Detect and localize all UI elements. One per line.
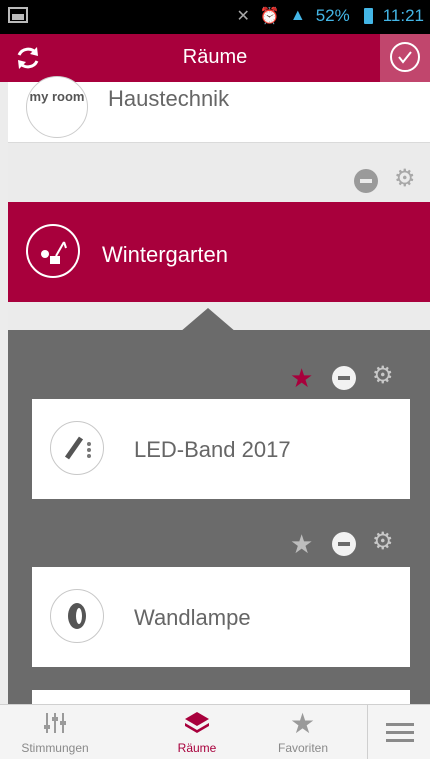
room-item-haustechnik[interactable]: my room Haustechnik xyxy=(8,76,430,142)
battery-icon xyxy=(363,8,373,24)
remove-icon[interactable] xyxy=(332,532,356,556)
menu-button[interactable] xyxy=(367,705,430,759)
menu-icon-line xyxy=(386,723,414,726)
checkmark-icon xyxy=(390,42,420,72)
wintergarten-icon xyxy=(26,224,80,278)
room-item-wintergarten[interactable]: Wintergarten xyxy=(8,202,430,302)
room-label: Haustechnik xyxy=(108,86,230,111)
sliders-icon xyxy=(44,713,66,733)
device-label: LED-Band 2017 xyxy=(134,437,291,462)
myroom-logo: my room xyxy=(26,76,88,138)
nav-label: Räume xyxy=(177,741,217,755)
nav-label: Favoriten xyxy=(277,741,329,755)
menu-icon-line xyxy=(386,731,414,734)
device-item-partial[interactable] xyxy=(32,690,410,704)
nav-raeume[interactable]: Räume xyxy=(142,705,252,759)
confirm-button[interactable] xyxy=(380,34,430,82)
nav-label: Stimmungen xyxy=(21,741,89,755)
settings-gear-icon[interactable]: ⚙ xyxy=(372,364,394,388)
settings-gear-icon[interactable]: ⚙ xyxy=(394,167,416,191)
nav-stimmungen[interactable]: Stimmungen xyxy=(0,705,110,759)
rooms-icon xyxy=(185,712,209,733)
favorite-star-icon[interactable]: ★ xyxy=(290,365,313,391)
alarm-icon: ⏰ xyxy=(259,8,280,25)
room-label: Wintergarten xyxy=(102,242,228,267)
wall-lamp-icon xyxy=(50,589,104,643)
device-item-led-band[interactable]: LED-Band 2017 xyxy=(32,399,410,499)
device-label: Wandlampe xyxy=(134,605,251,630)
menu-icon-line xyxy=(386,739,414,742)
expand-pointer xyxy=(180,308,236,332)
nav-favoriten[interactable]: ★ Favoriten xyxy=(248,705,358,759)
device-item-wandlampe[interactable]: Wandlampe xyxy=(32,567,410,667)
settings-gear-icon[interactable]: ⚙ xyxy=(372,530,394,554)
signal-icon: ▲ xyxy=(289,7,306,24)
room-actions: ⚙ xyxy=(8,142,430,203)
image-notification-icon xyxy=(8,7,28,23)
mute-icon: ✕ xyxy=(236,8,250,25)
clock: 11:21 xyxy=(382,6,424,25)
favorite-star-icon[interactable]: ★ xyxy=(290,531,313,557)
remove-icon[interactable] xyxy=(332,366,356,390)
bottom-navigation: Stimmungen Räume ★ Favoriten xyxy=(0,704,430,759)
led-strip-icon xyxy=(50,421,104,475)
star-icon: ★ xyxy=(290,708,316,739)
status-bar: ✕ ⏰ ▲ 52% 11:21 xyxy=(0,0,430,34)
battery-percent: 52% xyxy=(315,6,350,25)
status-icons: ✕ ⏰ ▲ 52% 11:21 xyxy=(237,6,424,26)
app-bar: Räume xyxy=(0,34,430,82)
remove-icon[interactable] xyxy=(354,169,378,193)
page-title: Räume xyxy=(182,46,248,68)
